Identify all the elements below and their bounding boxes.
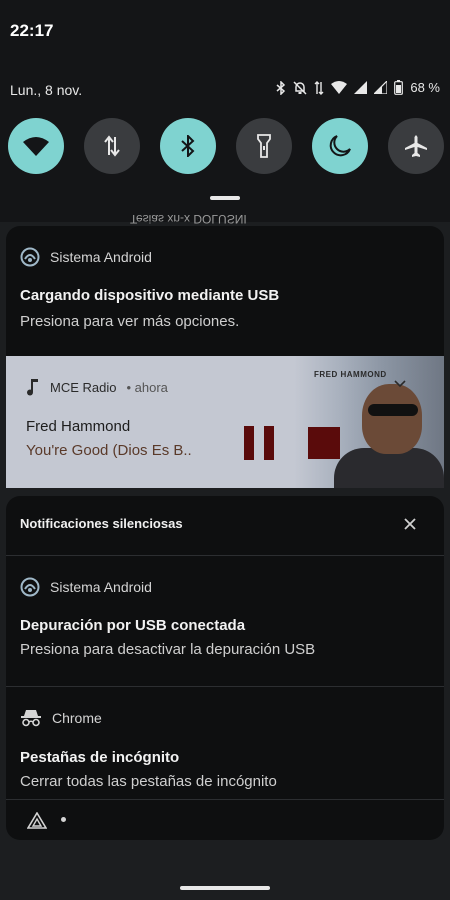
flashlight-icon xyxy=(257,134,271,158)
flashlight-toggle[interactable] xyxy=(236,118,292,174)
usb-debugging-app-row: Sistema Android xyxy=(20,577,152,597)
media-time: • ahora xyxy=(126,379,168,395)
silent-notifications-title: Notificaciones silenciosas xyxy=(20,516,183,531)
dark-mode-toggle[interactable] xyxy=(312,118,368,174)
media-artist: Fred Hammond xyxy=(26,418,131,435)
album-art-shirt xyxy=(334,448,444,488)
status-time: 22:17 xyxy=(10,21,54,40)
usb-charging-title: Cargando dispositivo mediante USB xyxy=(20,287,280,304)
quick-settings-row xyxy=(7,118,450,178)
status-date: Lun., 8 nov. xyxy=(10,82,83,98)
more-notifications-dot xyxy=(61,817,66,822)
do-not-disturb-off-icon xyxy=(293,80,307,95)
data-transfer-icon xyxy=(314,80,324,95)
media-notification[interactable]: FRED HAMMOND MCE Radio • ahora Fred Hamm… xyxy=(6,356,444,488)
chrome-text: Cerrar todas las pestañas de incógnito xyxy=(20,773,277,790)
usb-charging-app-row: Sistema Android xyxy=(20,247,152,267)
bluetooth-icon xyxy=(181,135,195,157)
usb-debugging-text: Presiona para desactivar la depuración U… xyxy=(20,641,316,658)
incognito-icon xyxy=(21,710,41,727)
media-app-name: MCE Radio xyxy=(50,379,117,395)
battery-icon xyxy=(394,80,404,95)
ghost-text: Tesias xn-x DOLUSNI xyxy=(130,212,247,226)
mobile-data-icon xyxy=(104,135,120,157)
usb-charging-text: Presiona para ver más opciones. xyxy=(20,313,240,330)
stop-button[interactable] xyxy=(308,427,340,459)
signal-icon-2 xyxy=(374,81,388,94)
expand-chevron-icon[interactable] xyxy=(394,380,406,388)
album-art: FRED HAMMOND xyxy=(294,356,444,488)
wifi-toggle[interactable] xyxy=(8,118,64,174)
quick-settings-panel xyxy=(0,0,450,222)
battery-percentage: 68 % xyxy=(410,80,440,95)
album-art-face xyxy=(362,384,422,454)
album-art-sunglasses xyxy=(368,404,418,416)
panel-drag-handle[interactable] xyxy=(210,196,240,200)
usb-debugging-app-name: Sistema Android xyxy=(50,579,152,595)
signal-icon-1 xyxy=(354,81,368,94)
moon-icon xyxy=(329,135,351,157)
airplane-mode-toggle[interactable] xyxy=(388,118,444,174)
android-system-icon xyxy=(20,577,40,597)
album-art-text: FRED HAMMOND xyxy=(314,370,387,379)
music-note-icon xyxy=(27,379,38,396)
pause-button[interactable] xyxy=(244,426,278,460)
android-system-icon xyxy=(20,247,40,267)
mobile-data-toggle[interactable] xyxy=(84,118,140,174)
airplane-icon xyxy=(405,135,427,157)
status-icons: 68 % xyxy=(276,80,440,95)
navigation-handle[interactable] xyxy=(180,886,270,890)
chrome-app-row: Chrome xyxy=(20,709,102,727)
media-song-title: You're Good (Dios Es B.. xyxy=(26,442,192,459)
media-app-row: MCE Radio • ahora xyxy=(26,378,168,396)
wifi-icon xyxy=(23,137,49,156)
usb-charging-app-name: Sistema Android xyxy=(50,249,152,265)
bluetooth-toggle[interactable] xyxy=(160,118,216,174)
bluetooth-status-icon xyxy=(276,80,286,95)
chrome-title: Pestañas de incógnito xyxy=(20,749,180,766)
notification-overflow-row[interactable] xyxy=(6,800,444,840)
usb-debugging-title: Depuración por USB conectada xyxy=(20,617,246,634)
wifi-status-icon xyxy=(331,81,348,94)
close-icon[interactable] xyxy=(402,516,418,532)
google-home-icon xyxy=(27,812,47,829)
chrome-app-name: Chrome xyxy=(52,710,102,726)
